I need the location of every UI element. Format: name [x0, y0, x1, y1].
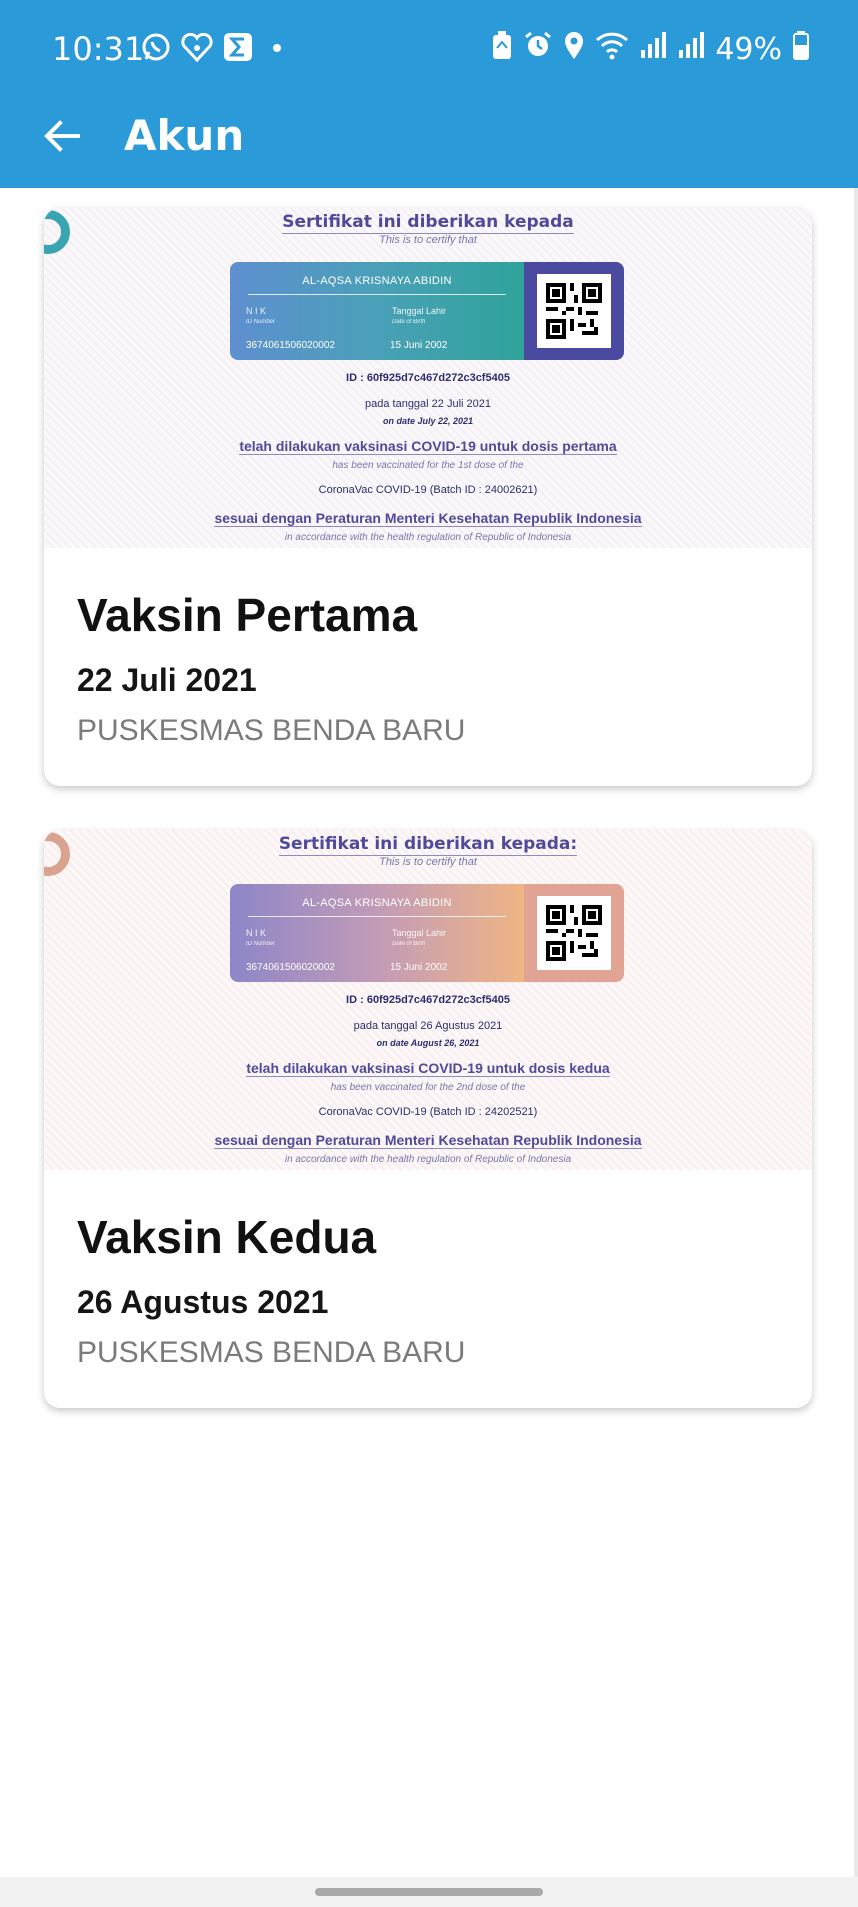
battery-icon: [792, 30, 810, 68]
certificate-id: ID : 60f925d7c467d272c3cf5405: [346, 994, 510, 1006]
vaccine-card-first[interactable]: Sertifikat ini diberikan kepada This is …: [44, 208, 812, 786]
vaccine-batch: CoronaVac COVID-19 (Batch ID : 24202521): [318, 1106, 538, 1118]
nik-value: 3674061506020002: [246, 340, 335, 351]
regulation-statement-en: in accordance with the health regulation…: [284, 532, 572, 543]
certificate-title: Sertifikat ini diberikan kepada:: [278, 834, 578, 856]
wifi-icon: [595, 30, 629, 68]
certificate-title: Sertifikat ini diberikan kepada: [282, 212, 574, 234]
heart-app-icon: [180, 31, 214, 68]
dob-value: 15 Juni 2002: [390, 962, 448, 973]
back-button[interactable]: [34, 110, 90, 166]
qr-code-icon: [537, 274, 611, 348]
certificate-id-card: AL-AQSA KRISNAYA ABIDIN N I K ID Number …: [230, 262, 624, 360]
app-bar: Akun: [0, 100, 858, 188]
dob-label: Tanggal Lahir: [392, 928, 447, 938]
whatsapp-icon: [140, 31, 172, 68]
id-card-info: AL-AQSA KRISNAYA ABIDIN N I K ID Number …: [230, 884, 524, 982]
vaccine-batch: CoronaVac COVID-19 (Batch ID : 24002621): [318, 484, 538, 496]
certificate-subtitle: This is to certify that: [379, 856, 477, 868]
nik-label: N I K: [246, 928, 267, 938]
dob-sublabel: Date of Birth: [392, 941, 426, 947]
dose-location: PUSKESMAS BENDA BARU: [77, 1336, 466, 1369]
arrow-left-icon: [42, 116, 82, 161]
sigma-app-icon: [222, 31, 254, 68]
battery-saver-icon: [491, 30, 513, 68]
id-card-info: AL-AQSA KRISNAYA ABIDIN N I K ID Number …: [230, 262, 524, 360]
alarm-icon: [523, 30, 553, 68]
qr-panel: [524, 262, 624, 360]
vaccine-card-second[interactable]: Sertifikat ini diberikan kepada: This is…: [44, 830, 812, 1408]
scroll-edge: [854, 188, 858, 1877]
dose-title: Vaksin Kedua: [77, 1211, 377, 1263]
qr-code-icon: [537, 896, 611, 970]
dob-label: Tanggal Lahir: [392, 306, 447, 316]
vaccinated-statement-en: has been vaccinated for the 1st dose of …: [332, 460, 524, 471]
certificate-image: Sertifikat ini diberikan kepada This is …: [44, 208, 812, 548]
dose-title: Vaksin Pertama: [77, 589, 418, 641]
vaccination-date-line: pada tanggal 22 Juli 2021: [365, 398, 491, 410]
system-status-icons: 49%: [491, 30, 810, 68]
dose-date: 26 Agustus 2021: [77, 1284, 329, 1320]
regulation-statement-en: in accordance with the health regulation…: [284, 1154, 572, 1165]
notification-icons: [140, 30, 282, 68]
vaccination-date-line: pada tanggal 26 Agustus 2021: [353, 1020, 503, 1032]
nik-sublabel: ID Number: [246, 319, 276, 325]
nik-sublabel: ID Number: [246, 941, 276, 947]
regulation-statement: sesuai dengan Peraturan Menteri Kesehata…: [214, 510, 642, 527]
status-time: 10:31: [52, 30, 145, 68]
home-gesture-handle[interactable]: [315, 1888, 543, 1896]
vaccinated-statement: telah dilakukan vaksinasi COVID-19 untuk…: [239, 438, 617, 455]
nik-label: N I K: [246, 306, 267, 316]
dob-value: 15 Juni 2002: [390, 340, 448, 351]
certificate-id: ID : 60f925d7c467d272c3cf5405: [346, 372, 510, 384]
vaccinated-statement: telah dilakukan vaksinasi COVID-19 untuk…: [246, 1060, 610, 1077]
dob-sublabel: Date of Birth: [392, 319, 426, 325]
certificate-image: Sertifikat ini diberikan kepada: This is…: [44, 830, 812, 1170]
vaccinated-statement-en: has been vaccinated for the 2nd dose of …: [330, 1082, 526, 1093]
qr-panel: [524, 884, 624, 982]
dose-location: PUSKESMAS BENDA BARU: [77, 714, 466, 747]
page-title: Akun: [124, 111, 245, 160]
nik-value: 3674061506020002: [246, 962, 335, 973]
regulation-statement: sesuai dengan Peraturan Menteri Kesehata…: [214, 1132, 642, 1149]
vaccination-date-line-en: on date July 22, 2021: [382, 416, 474, 426]
divider: [248, 916, 506, 917]
battery-percent: 49%: [715, 31, 782, 67]
location-icon: [563, 30, 585, 68]
dot-icon: [272, 40, 282, 58]
status-bar: 10:31 49%: [0, 0, 858, 100]
signal-icon: [677, 30, 705, 68]
signal-icon: [639, 30, 667, 68]
certificate-id-card: AL-AQSA KRISNAYA ABIDIN N I K ID Number …: [230, 884, 624, 982]
holder-name: AL-AQSA KRISNAYA ABIDIN: [302, 897, 452, 909]
holder-name: AL-AQSA KRISNAYA ABIDIN: [302, 275, 452, 287]
vaccination-date-line-en: on date August 26, 2021: [376, 1038, 480, 1048]
certificate-subtitle: This is to certify that: [379, 234, 477, 246]
dose-date: 22 Juli 2021: [77, 662, 257, 698]
navigation-bar: [0, 1877, 858, 1907]
divider: [248, 294, 506, 295]
